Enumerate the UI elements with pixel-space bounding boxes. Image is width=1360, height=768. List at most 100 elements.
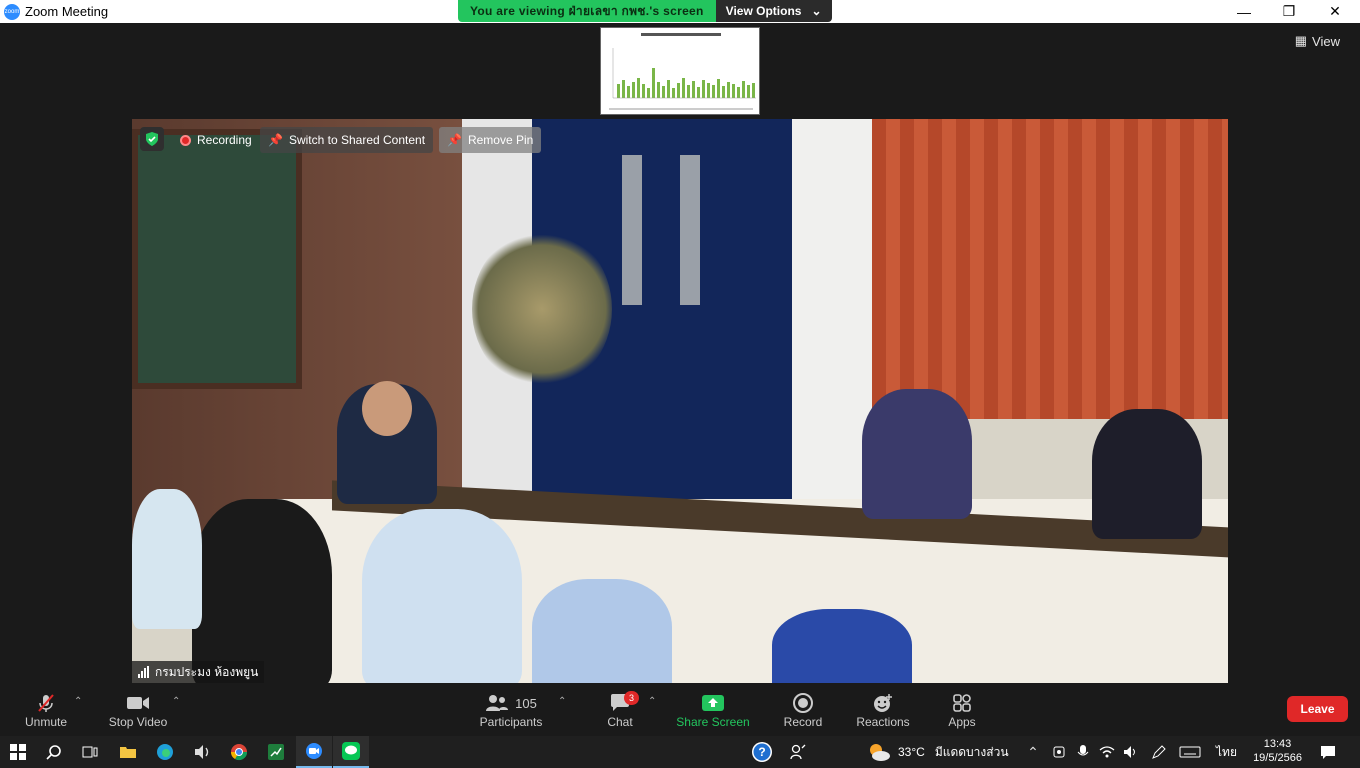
meeting-toolbar: Unmute ⌃ Stop Video ⌃ 105 Participants ⌃… [0, 684, 1360, 736]
unmute-label: Unmute [24, 715, 68, 729]
chat-unread-badge: 3 [624, 691, 639, 705]
audio-app-icon[interactable] [184, 736, 220, 768]
view-label: View [1312, 33, 1340, 49]
chevron-up-icon[interactable]: ⌃ [558, 696, 566, 707]
search-icon[interactable] [36, 736, 72, 768]
edge-browser-icon[interactable] [147, 736, 183, 768]
participants-button[interactable]: 105 Participants [476, 684, 546, 736]
remove-pin-button[interactable]: 📌 Remove Pin [439, 127, 542, 153]
door-window-right [680, 155, 700, 305]
people-icon [486, 695, 509, 711]
help-icon[interactable]: ? [744, 736, 780, 768]
weather-text: มีแดดบางส่วน [934, 744, 1009, 759]
stop-video-label: Stop Video [108, 715, 168, 729]
view-button[interactable]: ▦ View [1295, 33, 1340, 49]
keyboard-icon[interactable] [1174, 736, 1206, 768]
notifications-icon[interactable] [1310, 736, 1346, 768]
people-search-icon[interactable] [780, 736, 816, 768]
participant-person [532, 579, 672, 683]
windows-taskbar: ? 33°C มีแดดบางส่วน ⌃ ไทย 13:43 19/5/256… [0, 736, 1360, 768]
shield-icon[interactable] [140, 127, 164, 151]
pin-icon: 📌 [447, 133, 462, 147]
door-window-left [622, 155, 642, 305]
window-title: Zoom Meeting [25, 4, 109, 19]
chevron-up-icon[interactable]: ⌃ [648, 696, 656, 707]
chat-label: Chat [607, 715, 633, 729]
participants-label: Participants [479, 715, 543, 729]
thumbnail-chart [612, 48, 756, 99]
stop-video-button[interactable]: Stop Video [106, 684, 170, 736]
partly-sunny-icon [870, 744, 890, 761]
windows-start-icon[interactable] [0, 736, 36, 768]
input-language[interactable]: ไทย [1216, 736, 1237, 768]
orange-curtain [872, 119, 1228, 419]
weather-widget[interactable]: 33°C มีแดดบางส่วน [866, 736, 1009, 768]
restore-icon[interactable]: ❐ [1266, 0, 1312, 23]
flower-arrangement [472, 229, 612, 389]
taskbar-clock[interactable]: 13:43 19/5/2566 [1253, 737, 1302, 765]
signal-strength-icon [138, 666, 149, 678]
leave-button[interactable]: Leave [1287, 696, 1348, 722]
grid-view-icon: ▦ [1294, 33, 1308, 48]
language-label: ไทย [1216, 744, 1237, 759]
chrome-browser-icon[interactable] [221, 736, 257, 768]
record-button[interactable]: Record [782, 684, 824, 736]
chevron-up-icon[interactable]: ⌃ [74, 696, 82, 707]
line-app-icon[interactable] [333, 736, 369, 768]
chevron-down-icon: ⌄ [811, 4, 822, 18]
microphone-muted-icon [35, 691, 57, 715]
remove-pin-label: Remove Pin [467, 133, 534, 147]
participant-person [362, 509, 522, 683]
participant-name: กรมประมง ห้องพยูน [155, 664, 259, 679]
stock-chart-app-icon[interactable] [258, 736, 294, 768]
share-screen-label: Share Screen [676, 715, 750, 729]
chat-button[interactable]: 3 Chat [604, 684, 639, 736]
view-options-label: View Options [725, 4, 802, 18]
volume-icon[interactable] [1116, 736, 1146, 768]
unmute-button[interactable]: Unmute [20, 684, 72, 736]
view-options-button[interactable]: View Options ⌄ [715, 0, 832, 22]
zoom-taskbar-icon[interactable] [296, 736, 332, 768]
participant-person [132, 489, 202, 629]
screen-share-banner: You are viewing ฝ่ายเลขา กพช.'s screen V… [458, 0, 832, 22]
smiley-icon [872, 691, 894, 715]
participants-count: 105 [515, 695, 537, 711]
clock-time: 13:43 [1263, 738, 1292, 750]
participant-person [862, 389, 972, 519]
recording-indicator[interactable]: Recording [172, 127, 260, 153]
participant-person [1092, 409, 1202, 539]
participants-icon-row: 105 [485, 691, 537, 715]
zoom-app-icon: zoom [4, 3, 20, 20]
reactions-label: Reactions [856, 715, 910, 729]
weather-temp: 33°C [898, 745, 925, 759]
svg-text:?: ? [758, 745, 765, 759]
close-icon[interactable]: ✕ [1312, 0, 1358, 23]
video-camera-icon [126, 691, 150, 715]
switch-to-shared-content-button[interactable]: 📌 Switch to Shared Content [260, 127, 434, 153]
switch-label: Switch to Shared Content [288, 133, 426, 147]
clock-date: 19/5/2566 [1253, 752, 1302, 764]
shared-screen-thumbnail[interactable] [600, 27, 760, 115]
thumbnail-footer [609, 108, 753, 110]
recording-dot-icon [180, 134, 191, 146]
chalkboard [132, 129, 302, 389]
file-explorer-icon[interactable] [110, 736, 146, 768]
participant-name-tag: กรมประมง ห้องพยูน [132, 661, 265, 683]
reactions-button[interactable]: Reactions [854, 684, 912, 736]
record-icon [792, 691, 814, 715]
minimize-icon[interactable]: — [1221, 0, 1267, 23]
chevron-up-icon[interactable]: ⌃ [172, 696, 180, 707]
pin-icon: 📌 [268, 133, 283, 147]
pen-icon[interactable] [1144, 736, 1174, 768]
record-label: Record [783, 715, 823, 729]
pinned-video-feed[interactable]: Recording 📌 Switch to Shared Content 📌 R… [132, 119, 1228, 683]
participant-head [362, 381, 412, 436]
participant-person [772, 609, 912, 683]
apps-button[interactable]: Apps [944, 684, 980, 736]
share-screen-icon [701, 691, 725, 715]
participant-person [192, 499, 332, 683]
apps-label: Apps [948, 715, 976, 729]
task-view-icon[interactable] [72, 736, 108, 768]
viewing-screen-text: You are viewing ฝ่ายเลขา กพช.'s screen [458, 0, 716, 22]
share-screen-button[interactable]: Share Screen [676, 684, 750, 736]
